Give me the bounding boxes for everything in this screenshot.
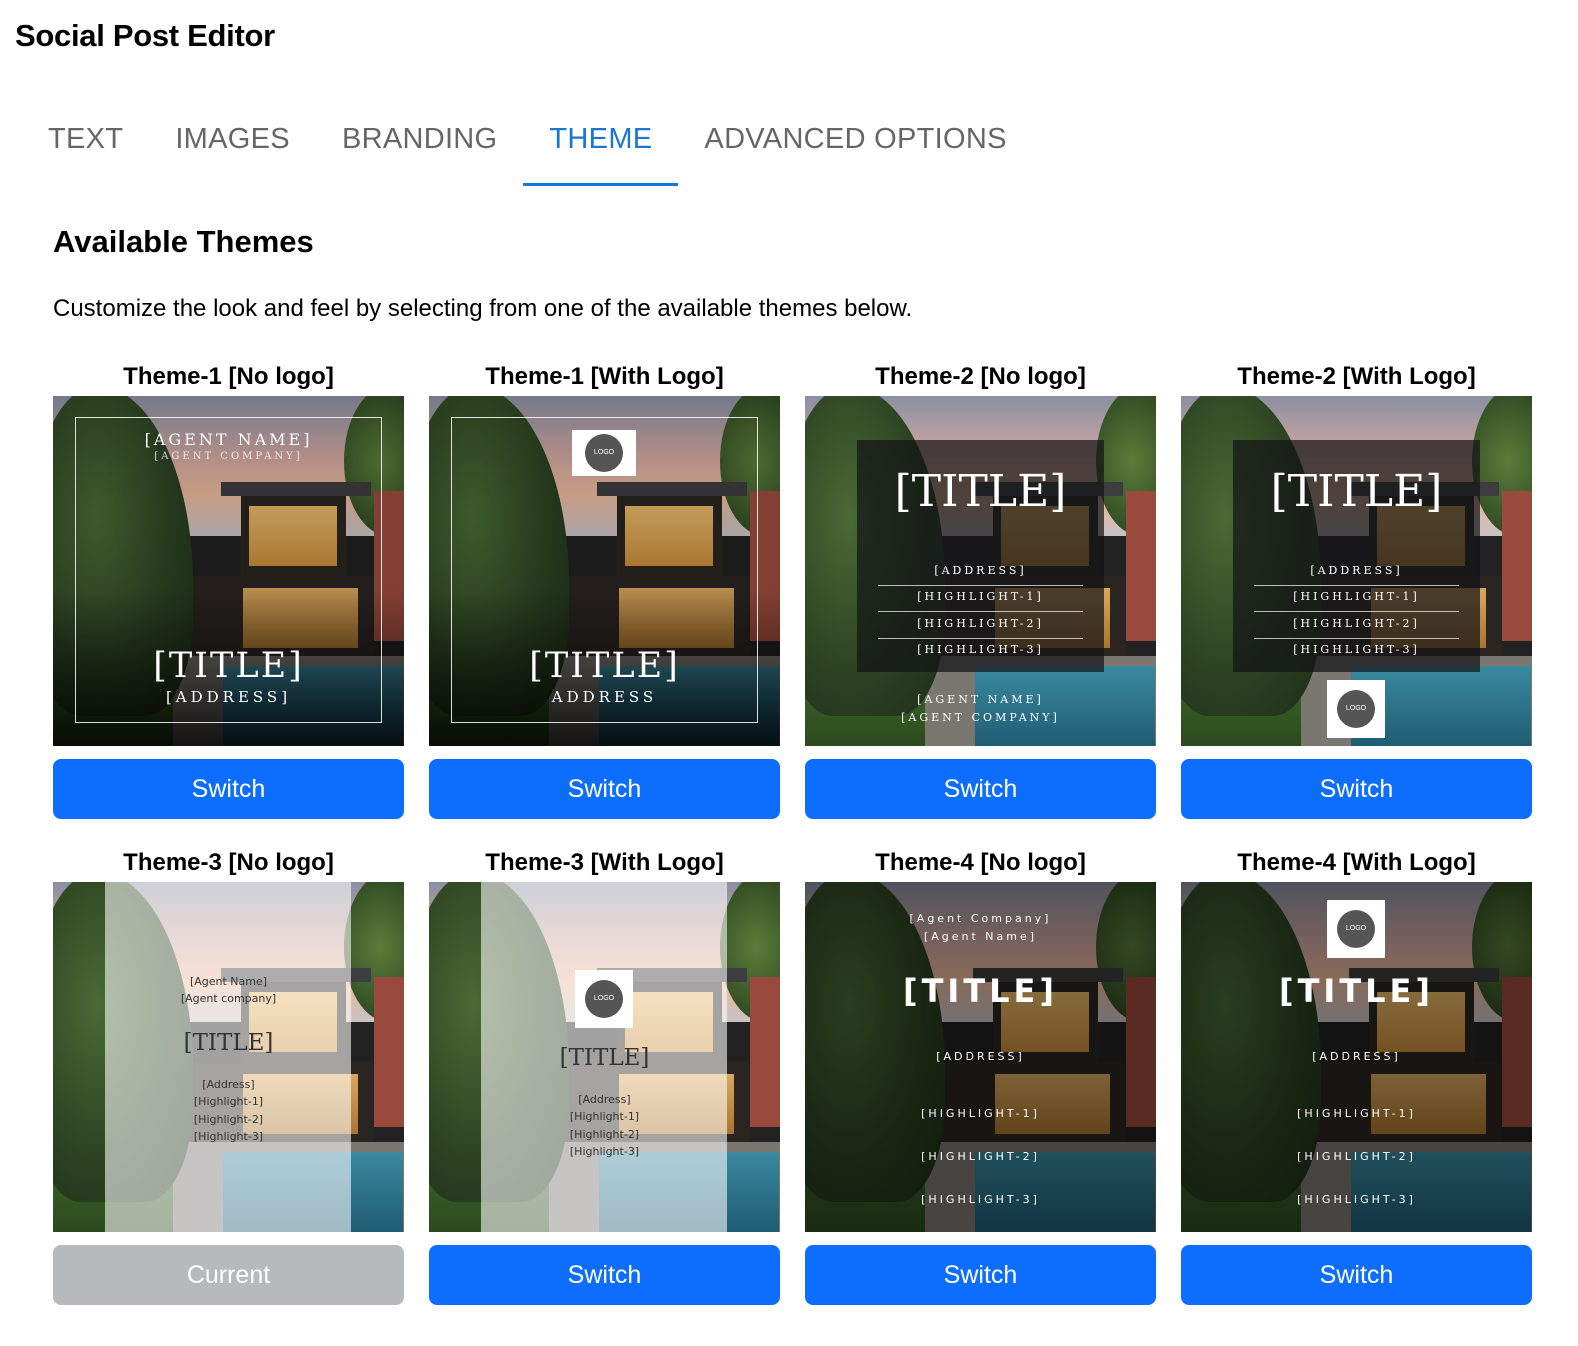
switch-button[interactable]: Switch [429, 759, 780, 819]
theme-name: Theme-4 [No logo] [875, 849, 1086, 876]
app-title: Social Post Editor [15, 18, 275, 53]
theme-card: Theme-3 [With Logo] LOGO [TITLE] [Addres… [429, 846, 780, 1332]
logo-icon: LOGO [1337, 910, 1375, 948]
preview-highlight-2: [Highlight-2] [569, 1128, 640, 1141]
logo-placeholder: LOGO [1327, 900, 1385, 958]
switch-button[interactable]: Switch [1181, 1245, 1532, 1305]
theme-grid: Theme-1 [No logo] [AGENT NAME] [AGENT CO… [53, 360, 1532, 1332]
logo-placeholder: LOGO [572, 430, 636, 476]
preview-highlight-2: [HIGHLIGHT-2] [1297, 1150, 1416, 1163]
theme-preview[interactable]: [Agent Company] [Agent Name] [TITLE] [AD… [805, 882, 1156, 1232]
theme-preview[interactable]: [TITLE] [ADDRESS] [HIGHLIGHT-1] [HIGHLIG… [805, 396, 1156, 746]
preview-agent-company: [Agent Company] [909, 912, 1052, 925]
logo-icon: LOGO [585, 434, 623, 472]
preview-highlight-1: [Highlight-1] [569, 1110, 640, 1123]
preview-address: [ADDRESS] [165, 688, 292, 706]
logo-placeholder: LOGO [575, 970, 633, 1028]
preview-title: [TITLE] [183, 1030, 274, 1056]
preview-highlight-2: [Highlight-2] [193, 1113, 264, 1126]
preview-highlight-3: [Highlight-3] [569, 1145, 640, 1158]
preview-title: [TITLE] [153, 646, 304, 686]
theme-name: Theme-4 [With Logo] [1237, 849, 1476, 876]
tab-text[interactable]: TEXT [22, 100, 149, 186]
theme-card: Theme-4 [No logo] [Agent Company] [Agent… [805, 846, 1156, 1332]
preview-highlight-3: [Highlight-3] [193, 1130, 264, 1143]
theme-card: Theme-2 [With Logo] [TITLE] [ADDRESS] [H… [1181, 360, 1532, 846]
preview-title: [TITLE] [1270, 466, 1443, 517]
tab-advanced-options[interactable]: ADVANCED OPTIONS [678, 100, 1032, 186]
text-panel [105, 882, 351, 1232]
theme-name: Theme-3 [No logo] [123, 849, 334, 876]
theme-card: Theme-4 [With Logo] LOGO [TITLE] [ADDRES… [1181, 846, 1532, 1332]
switch-button[interactable]: Switch [429, 1245, 780, 1305]
preview-highlight-3: [HIGHLIGHT-3] [1297, 1193, 1416, 1206]
theme-preview[interactable]: LOGO [TITLE] ADDRESS [429, 396, 780, 746]
theme-preview[interactable]: LOGO [TITLE] [ADDRESS] [HIGHLIGHT-1] [HI… [1181, 882, 1532, 1232]
theme-card: Theme-2 [No logo] [TITLE] [ADDRESS] [HIG… [805, 360, 1156, 846]
switch-button[interactable]: Switch [805, 1245, 1156, 1305]
section-description: Customize the look and feel by selecting… [53, 295, 913, 322]
preview-agent-name: [Agent Name] [923, 930, 1038, 943]
preview-address: ADDRESS [551, 688, 658, 706]
logo-placeholder: LOGO [1327, 680, 1385, 738]
preview-highlight-3: [HIGHLIGHT-3] [921, 1193, 1040, 1206]
switch-button[interactable]: Switch [805, 759, 1156, 819]
preview-highlight-2: [HIGHLIGHT-2] [921, 1150, 1040, 1163]
preview-title: [TITLE] [559, 1045, 650, 1071]
theme-preview[interactable]: [Agent Name] [Agent company] [TITLE] [Ad… [53, 882, 404, 1232]
preview-title: [TITLE] [894, 466, 1067, 517]
preview-address: [Address] [202, 1078, 255, 1091]
theme-card: Theme-1 [No logo] [AGENT NAME] [AGENT CO… [53, 360, 404, 846]
theme-preview[interactable]: [AGENT NAME] [AGENT COMPANY] [TITLE] [AD… [53, 396, 404, 746]
tab-theme[interactable]: THEME [523, 100, 679, 186]
preview-agent-company: [AGENT COMPANY] [901, 711, 1060, 724]
preview-highlight-1: [Highlight-1] [193, 1095, 264, 1108]
theme-preview[interactable]: [TITLE] [ADDRESS] [HIGHLIGHT-1] [HIGHLIG… [1181, 396, 1532, 746]
preview-address: [ADDRESS] [936, 1050, 1025, 1063]
theme-preview[interactable]: LOGO [TITLE] [Address] [Highlight-1] [Hi… [429, 882, 780, 1232]
preview-highlight-2: [HIGHLIGHT-2] [917, 617, 1044, 630]
tab-bar: TEXT IMAGES BRANDING THEME ADVANCED OPTI… [22, 100, 1033, 188]
preview-title: [TITLE] [902, 972, 1059, 1010]
preview-title: [TITLE] [529, 646, 680, 686]
preview-highlight-1: [HIGHLIGHT-1] [921, 1107, 1040, 1120]
tab-branding[interactable]: BRANDING [316, 100, 523, 186]
preview-highlight-1: [HIGHLIGHT-1] [1297, 1107, 1416, 1120]
preview-address: [ADDRESS] [1310, 564, 1403, 577]
preview-address: [ADDRESS] [1312, 1050, 1401, 1063]
preview-agent-name: [AGENT NAME] [917, 693, 1044, 706]
preview-title: [TITLE] [1278, 972, 1435, 1010]
preview-agent-name: [Agent Name] [189, 975, 268, 988]
switch-button[interactable]: Switch [1181, 759, 1532, 819]
logo-icon: LOGO [585, 980, 623, 1018]
theme-name: Theme-1 [With Logo] [485, 363, 724, 390]
theme-name: Theme-2 [No logo] [875, 363, 1086, 390]
section-title: Available Themes [53, 224, 314, 259]
preview-highlight-3: [HIGHLIGHT-3] [917, 643, 1044, 656]
preview-agent-company: [Agent company] [180, 992, 277, 1005]
preview-highlight-1: [HIGHLIGHT-1] [917, 590, 1044, 603]
theme-name: Theme-1 [No logo] [123, 363, 334, 390]
preview-highlight-2: [HIGHLIGHT-2] [1293, 617, 1420, 630]
switch-button[interactable]: Switch [53, 759, 404, 819]
preview-highlight-3: [HIGHLIGHT-3] [1293, 643, 1420, 656]
preview-agent-company: [AGENT COMPANY] [154, 451, 303, 462]
preview-address: [Address] [578, 1093, 631, 1106]
theme-name: Theme-3 [With Logo] [485, 849, 724, 876]
preview-address: [ADDRESS] [934, 564, 1027, 577]
tab-images[interactable]: IMAGES [149, 100, 316, 186]
theme-card: Theme-3 [No logo] [Agent Name] [Agent co… [53, 846, 404, 1332]
preview-highlight-1: [HIGHLIGHT-1] [1293, 590, 1420, 603]
logo-icon: LOGO [1337, 690, 1375, 728]
current-button: Current [53, 1245, 404, 1305]
theme-name: Theme-2 [With Logo] [1237, 363, 1476, 390]
theme-card: Theme-1 [With Logo] LOGO [TITLE] ADDRESS… [429, 360, 780, 846]
preview-agent-name: [AGENT NAME] [144, 430, 313, 449]
